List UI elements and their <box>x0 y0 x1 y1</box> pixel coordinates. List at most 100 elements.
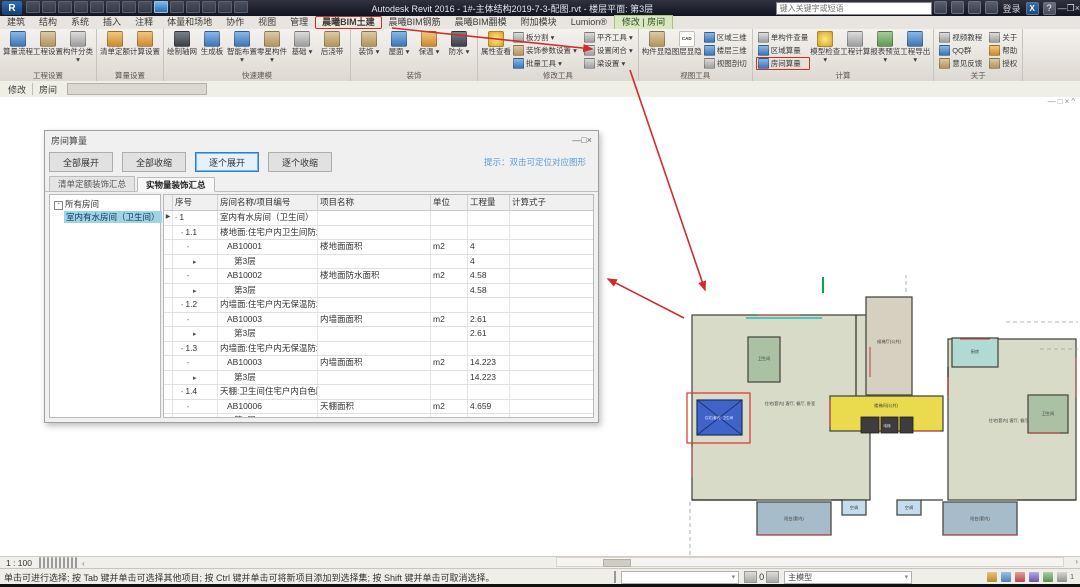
table-row[interactable]: ▸第3层4.58 <box>164 284 593 299</box>
infocenter-search-input[interactable] <box>776 2 932 15</box>
ribbon-tab-11[interactable]: 晨曦BIM钢筋 <box>382 16 448 29</box>
component-visibility-button[interactable]: 构件显隐 <box>642 30 672 57</box>
align-tool-button[interactable]: 平齐工具 ▾ <box>582 31 635 44</box>
view-restore-icon[interactable]: □ <box>1058 97 1065 106</box>
set-closure-button[interactable]: 设置闭合 ▾ <box>582 44 635 57</box>
list-quota-button[interactable]: 清单定额 <box>100 30 130 57</box>
table-row[interactable]: ▸第3层14.223 <box>164 371 593 386</box>
open-icon[interactable] <box>26 1 40 13</box>
smart-layout-button[interactable]: 智能布置 ▾ <box>227 30 257 65</box>
region-quantity-button[interactable]: 区域算量 <box>756 44 811 57</box>
foundation-button[interactable]: 基础 ▾ <box>287 30 317 65</box>
region-3d-button[interactable]: 区域三维 <box>702 31 749 44</box>
roof-button[interactable]: 屋面 ▾ <box>384 30 414 57</box>
table-row[interactable]: -AB10003内墙面面积m214.223 <box>164 356 593 371</box>
ribbon-tab-5[interactable]: 注释 <box>128 16 160 29</box>
row-expander-icon[interactable]: ▸ <box>193 288 197 295</box>
ribbon-tab-15[interactable]: 修改 | 房间 <box>614 15 673 29</box>
view-minimize-icon[interactable]: — <box>1048 97 1058 106</box>
floor-3d-button[interactable]: 楼层三维 <box>702 44 749 57</box>
user-interface-icon[interactable] <box>218 1 232 13</box>
tree-node-selected-room[interactable]: 室内有水房间（卫生间） <box>64 211 162 223</box>
decor-param-settings-button[interactable]: 装饰参数设置 ▾ <box>511 44 579 57</box>
room-quantity-dialog[interactable]: 房间算量 —□× 全部展开全部收缩逐个展开逐个收缩 提示：双击可定位对应图形 清… <box>44 130 599 423</box>
generate-slab-button[interactable]: 生成板 <box>197 30 227 65</box>
decoration-button[interactable]: 装饰 ▾ <box>354 30 384 57</box>
active-workset-select[interactable]: ▾ <box>621 571 739 584</box>
feedback-button[interactable]: 意见反馈 <box>937 57 984 70</box>
license-button[interactable]: 授权 <box>987 57 1019 70</box>
single-component-query-button[interactable]: 单构件查量 <box>756 31 811 44</box>
tree-node-all-rooms[interactable]: -所有房间 <box>50 197 160 211</box>
minimize-button[interactable]: — <box>1058 3 1067 13</box>
row-expander-icon[interactable]: ▸ <box>193 331 197 338</box>
search-icon[interactable] <box>934 1 947 14</box>
draw-grid-button[interactable]: 绘制轴网 <box>167 30 197 65</box>
table-row[interactable]: -1.3内墙面:住宅户内无保温防水墙... <box>164 342 593 357</box>
redo-icon[interactable] <box>90 1 104 13</box>
row-expander-icon[interactable]: - <box>181 230 183 237</box>
view-scale-button[interactable]: 1 : 100 <box>6 558 32 568</box>
ribbon-tab-7[interactable]: 协作 <box>219 16 251 29</box>
beam-settings-button[interactable]: 梁设置 ▾ <box>582 57 635 70</box>
row-expander-icon[interactable]: ▸ <box>193 259 197 266</box>
room-tree-panel[interactable]: -所有房间 室内有水房间（卫生间） <box>49 194 161 418</box>
row-expander-icon[interactable]: - <box>187 404 189 411</box>
restore-button[interactable]: ❐ <box>1067 3 1075 13</box>
collapse-icon[interactable]: ^ <box>1071 97 1077 106</box>
sync-icon[interactable] <box>58 1 72 13</box>
insulation-button[interactable]: 保温 ▾ <box>414 30 444 57</box>
waterproof-button[interactable]: 防水 ▾ <box>444 30 474 57</box>
horizontal-scrollbar[interactable] <box>556 557 1064 567</box>
ribbon-tab-2[interactable]: 结构 <box>32 16 64 29</box>
editable-only-filter-icon[interactable] <box>987 572 997 582</box>
qq-group-button[interactable]: QQ群 <box>937 44 984 57</box>
dialog-toolbar-button-3[interactable]: 逐个展开 <box>195 152 259 172</box>
ribbon-tab-13[interactable]: 附加模块 <box>514 16 564 29</box>
table-row[interactable]: -1.4天棚:卫生间住宅户内白色腻子 <box>164 385 593 400</box>
revit-app-logo-icon[interactable]: R <box>2 1 22 15</box>
quantity-flow-button[interactable]: 算量流程 <box>3 30 33 65</box>
scroll-right-icon[interactable]: › <box>1075 557 1078 566</box>
editing-requests-button[interactable]: 0 <box>742 571 764 583</box>
row-expander-icon[interactable]: - <box>181 302 183 309</box>
dialog-toolbar-button-1[interactable]: 全部展开 <box>49 152 113 172</box>
design-options-icon[interactable] <box>766 571 779 583</box>
quantity-table[interactable]: 序号房间名称/项目编号项目名称单位工程量计算式子 ▶-1室内有水房间（卫生间）-… <box>163 194 594 418</box>
ribbon-tab-10[interactable]: 晨曦BIM土建 <box>315 16 382 29</box>
help-button[interactable]: 帮助 <box>987 44 1019 57</box>
close-hidden-windows-icon[interactable] <box>202 1 216 13</box>
section-icon[interactable] <box>170 1 184 13</box>
sign-in-button[interactable]: 登录 <box>1003 2 1021 15</box>
row-expander-icon[interactable]: - <box>181 346 183 353</box>
table-row[interactable]: ▸第3层4.659 <box>164 414 593 418</box>
table-row[interactable]: -1.1楼地面:住宅户内卫生间防水砌... <box>164 226 593 241</box>
view-window-controls[interactable]: —□×^ <box>1048 97 1077 106</box>
option-bar-field[interactable] <box>67 83 207 95</box>
report-preview-button[interactable]: 报表预览 ▾ <box>870 30 900 65</box>
undo-icon[interactable] <box>74 1 88 13</box>
select-by-face-filter-icon[interactable] <box>1043 572 1053 582</box>
default-3d-view-icon[interactable] <box>154 1 168 13</box>
project-settings-button[interactable]: 工程设置 <box>33 30 63 65</box>
dialog-tab-2[interactable]: 实物量装饰汇总 <box>137 177 215 192</box>
scroll-left-icon[interactable]: ‹ <box>82 558 85 568</box>
property-view-button[interactable]: 属性查看 <box>481 30 511 57</box>
floor-plan[interactable]: 住宅(套内) 客厅, 餐厅, 卧室住宅(套内) 客厅, 餐厅, 卧室候梯厅(公共… <box>680 275 1080 556</box>
model-check-button[interactable]: 模型检查 ▾ <box>810 30 840 65</box>
dialog-minimize-button[interactable]: — <box>572 135 581 145</box>
link-select-filter-icon[interactable] <box>1001 572 1011 582</box>
batch-tools-button[interactable]: 批量工具 ▾ <box>511 57 579 70</box>
worksets-icon[interactable] <box>612 572 618 582</box>
save-icon[interactable] <box>42 1 56 13</box>
row-expander-icon[interactable]: - <box>175 215 177 222</box>
row-expander-icon[interactable]: - <box>181 389 183 396</box>
room-quantity-button[interactable]: 房间算量 <box>756 57 811 70</box>
tree-collapse-icon[interactable]: - <box>54 201 63 210</box>
ribbon-tab-9[interactable]: 管理 <box>283 16 315 29</box>
table-row[interactable]: -AB10002楼地面防水面积m24.58 <box>164 269 593 284</box>
measure-icon[interactable] <box>106 1 120 13</box>
row-expander-icon[interactable]: - <box>187 317 189 324</box>
row-expander-icon[interactable]: - <box>187 244 189 251</box>
favorites-icon[interactable] <box>968 1 981 14</box>
